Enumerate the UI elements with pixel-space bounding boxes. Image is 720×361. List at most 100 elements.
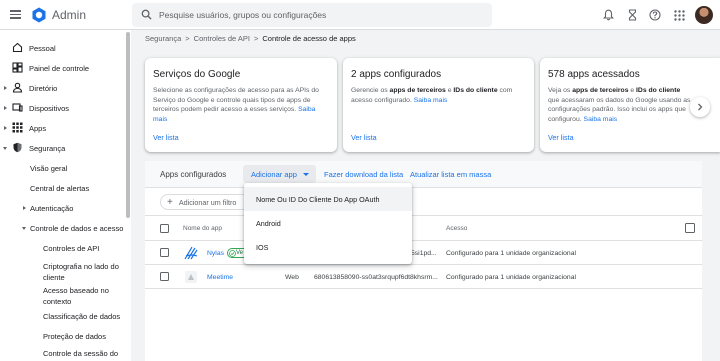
breadcrumb-separator: > <box>185 34 190 43</box>
card-desc-bold: IDs do cliente <box>636 87 681 94</box>
sidebar-item-visao-geral[interactable]: Visão geral <box>0 159 125 177</box>
row-checkbox[interactable] <box>160 248 169 257</box>
sidebar-item-autenticacao[interactable]: Autenticação <box>0 199 125 217</box>
sidebar-item-dispositivos[interactable]: Dispositivos <box>0 99 125 117</box>
sidebar-item-label: Controle de dados e acesso <box>30 223 124 233</box>
bell-icon[interactable] <box>601 8 615 22</box>
sidebar-item-acesso-contexto[interactable]: Acesso baseado no contexto <box>43 286 123 307</box>
add-app-button[interactable]: Adicionar app <box>243 165 316 183</box>
add-filter-label: Adicionar um filtro <box>178 197 237 207</box>
sidebar-item-painel[interactable]: Painel de controle <box>0 59 125 77</box>
carousel-next-button[interactable] <box>690 97 710 117</box>
sidebar-item-label: Pessoal <box>29 43 56 53</box>
download-list-link[interactable]: Fazer download da lista <box>324 170 403 179</box>
sidebar-item-label: Dispositivos <box>29 103 70 113</box>
help-icon[interactable] <box>648 8 662 22</box>
card-configured-apps: 2 apps configurados Gerencie os apps de … <box>343 58 534 152</box>
column-header-access[interactable]: Acesso <box>446 225 467 232</box>
card-title: Serviços do Google <box>153 69 241 80</box>
menu-icon[interactable] <box>9 8 23 22</box>
app-title[interactable]: Admin <box>52 8 86 22</box>
bulk-update-link[interactable]: Atualizar lista em massa <box>410 170 491 179</box>
column-header-app-name[interactable]: Nome do app <box>183 225 222 232</box>
generic-app-icon <box>185 271 197 283</box>
expand-arrow-icon[interactable] <box>4 126 7 130</box>
collapse-arrow-icon[interactable] <box>3 147 7 150</box>
sidebar-item-seguranca[interactable]: Segurança <box>0 139 125 157</box>
sidebar-item-label: Segurança <box>29 143 66 153</box>
verified-label: Ve <box>236 250 244 256</box>
select-all-checkbox[interactable] <box>160 224 169 233</box>
menu-item-ios[interactable]: IOS <box>244 235 412 259</box>
sidebar-item-apps[interactable]: Apps <box>0 119 125 137</box>
expand-arrow-icon[interactable] <box>4 106 7 110</box>
app-client-id: 680613858090-ss0at3srqupf6dt8khsrm... <box>314 274 438 281</box>
card-title: 2 apps configurados <box>351 69 442 80</box>
search-input[interactable] <box>159 8 479 22</box>
breadcrumb-item-seguranca[interactable]: Segurança <box>145 34 181 43</box>
sidebar-item-protecao[interactable]: Proteção de dados <box>0 327 125 345</box>
view-list-link[interactable]: Ver lista <box>153 133 179 142</box>
sidebar-item-controle-dados[interactable]: Controle de dados e acesso <box>0 219 125 237</box>
search-bar[interactable] <box>132 3 492 27</box>
app-name[interactable]: Nylas <box>207 250 224 257</box>
menu-item-android[interactable]: Android <box>244 211 412 235</box>
app-name-link[interactable]: Nylas <box>207 250 224 257</box>
admin-logo[interactable] <box>31 7 47 23</box>
breadcrumb-item-current: Controle de acesso de apps <box>262 34 356 43</box>
search-icon <box>141 9 152 20</box>
add-app-label: Adicionar app <box>251 169 297 179</box>
add-app-dropdown: Nome Ou ID Do Cliente Do App OAuth Andro… <box>244 183 412 264</box>
card-description: Gerencie os apps de terceiros e IDs do c… <box>351 86 527 105</box>
app-name[interactable]: Meetime <box>207 274 233 281</box>
sidebar-item-classificacao[interactable]: Classificação de dados <box>0 307 125 325</box>
sidebar-item-label: Controle da sessão do <box>43 348 119 358</box>
card-desc-text: e <box>628 87 637 94</box>
card-title: 578 apps acessados <box>548 69 640 80</box>
sidebar-item-label: Controles de API <box>43 243 100 253</box>
add-filter-button[interactable]: + Adicionar um filtro <box>160 194 250 210</box>
avatar[interactable] <box>695 6 713 24</box>
row-checkbox[interactable] <box>160 272 169 281</box>
expand-arrow-icon[interactable] <box>4 86 7 90</box>
chevron-right-icon <box>698 103 703 111</box>
sidebar-item-label: Proteção de dados <box>43 331 106 341</box>
breadcrumb-item-controles-api[interactable]: Controles de API <box>194 34 250 43</box>
breadcrumb: Segurança > Controles de API > Controle de a… <box>145 34 356 43</box>
caret-down-icon <box>302 172 309 176</box>
column-settings-icon[interactable] <box>685 223 695 233</box>
sidebar-item-controle-sessao[interactable]: Controle da sessão do <box>0 344 125 361</box>
app-access: Configurado para 1 unidade organizaciona… <box>446 274 576 281</box>
menu-item-oauth[interactable]: Nome Ou ID Do Cliente Do App OAuth <box>244 187 412 211</box>
view-list-link[interactable]: Ver lista <box>351 133 377 142</box>
sidebar-scrollbar[interactable] <box>126 32 130 218</box>
sidebar: Pessoal Painel de controle Diretório Dis… <box>0 30 131 361</box>
card-description: Veja os apps de terceiros e IDs do clien… <box>548 86 692 124</box>
panel-header: Apps configurados Adicionar app Fazer do… <box>145 161 702 188</box>
card-desc-bold: apps de terceiros <box>572 87 629 94</box>
collapse-arrow-icon[interactable] <box>22 227 26 230</box>
card-desc-text: Gerencie os <box>351 87 390 94</box>
sidebar-item-criptografia[interactable]: Criptografia no lado do cliente <box>43 262 123 283</box>
sidebar-item-controles-api[interactable]: Controles de API <box>0 239 125 257</box>
expand-arrow-icon[interactable] <box>23 206 26 210</box>
table-row[interactable]: Meetime Web 680613858090-ss0at3srqupf6dt… <box>145 265 702 289</box>
learn-more-link[interactable]: Saiba mais <box>414 97 448 104</box>
sidebar-item-label: Diretório <box>29 83 58 93</box>
card-desc-bold: apps de terceiros <box>389 87 446 94</box>
sidebar-item-central-alertas[interactable]: Central de alertas <box>0 179 125 197</box>
app-name-link[interactable]: Meetime <box>207 274 233 281</box>
card-google-services: Serviços do Google Selecione as configur… <box>145 58 337 152</box>
learn-more-link[interactable]: Saiba mais <box>584 116 618 123</box>
view-list-link[interactable]: Ver lista <box>548 133 574 142</box>
plus-icon: + <box>167 196 173 208</box>
apps-grid-icon[interactable] <box>672 8 686 22</box>
hourglass-icon[interactable] <box>625 8 639 22</box>
sidebar-item-diretorio[interactable]: Diretório <box>0 79 125 97</box>
panel-title: Apps configurados <box>160 170 227 179</box>
sidebar-item-pessoal[interactable]: Pessoal <box>0 39 125 57</box>
breadcrumb-separator: > <box>253 34 259 43</box>
shield-icon <box>13 142 22 153</box>
table-row[interactable]: Nylas Ve 5si1pd... Configurado para 1 un… <box>145 241 702 265</box>
table-header: Nome do app Acesso <box>145 216 702 241</box>
